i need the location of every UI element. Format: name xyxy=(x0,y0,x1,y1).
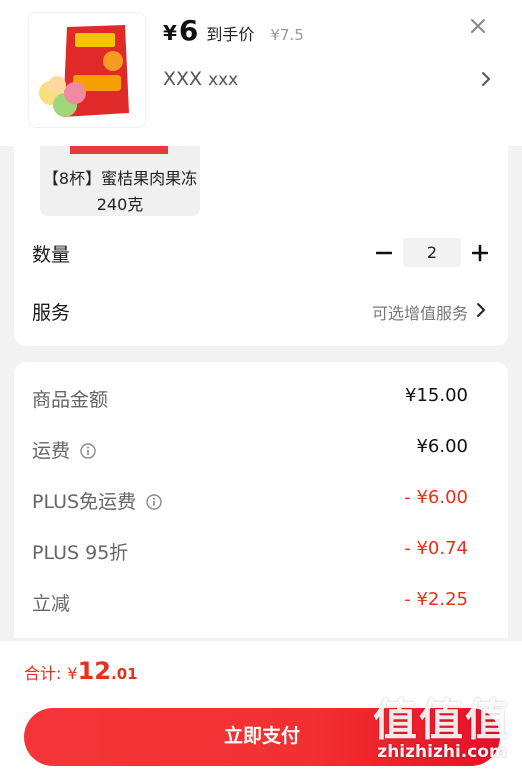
variant-option-selected[interactable]: 【8杯】蜜桔果肉果冻240克 xyxy=(40,146,200,216)
spec-sub: xxx xyxy=(208,70,239,90)
chevron-right-icon[interactable] xyxy=(480,70,492,88)
price-row-value: - ¥0.74 xyxy=(404,538,468,559)
price-row-value: ¥6.00 xyxy=(416,436,468,457)
final-price-label: 到手价 xyxy=(206,25,255,44)
pay-area: 立即支付 xyxy=(0,702,522,772)
total-currency: ¥ xyxy=(67,664,78,683)
total-bar: 合计: ¥ 12 .01 xyxy=(0,640,522,702)
chevron-right-icon[interactable] xyxy=(476,302,486,318)
price-row-label: 立减 xyxy=(32,593,71,615)
price-row-label: PLUS免运费 xyxy=(32,491,137,513)
price-row-label: 商品金额 xyxy=(32,389,109,411)
price-row-item: 运费 ¥6.00 xyxy=(32,436,468,466)
order-total: 合计: ¥ 12 .01 xyxy=(24,657,138,685)
minus-icon[interactable] xyxy=(375,242,393,264)
price-row-value: - ¥2.25 xyxy=(404,589,468,610)
variant-label: 【8杯】蜜桔果肉果冻240克 xyxy=(42,169,198,214)
selected-spec[interactable]: XXX xxx xyxy=(163,68,238,90)
price-row: ¥ 6 到手价 ¥7.5 xyxy=(163,14,304,47)
info-icon[interactable] xyxy=(146,493,162,510)
quantity-stepper[interactable]: 2 xyxy=(403,238,461,267)
price-row-item: 商品金额 ¥15.00 xyxy=(32,385,468,415)
price-row-value: - ¥6.00 xyxy=(404,487,468,508)
variant-image xyxy=(70,146,168,154)
price-row-item: PLUS 95折 - ¥0.74 xyxy=(32,538,468,568)
price-row-item: 立减 - ¥2.25 xyxy=(32,589,468,619)
spec-main: XXX xyxy=(163,68,203,90)
plus-icon[interactable] xyxy=(471,242,489,264)
price-currency: ¥ xyxy=(163,21,177,45)
price-row-label: PLUS 95折 xyxy=(32,542,129,564)
price-breakdown-card: 商品金额 ¥15.00 运费 ¥6.00 PLUS免运费 - ¥6.00 PLU… xyxy=(14,362,508,638)
product-header: ¥ 6 到手价 ¥7.5 XXX xxx xyxy=(0,0,522,146)
final-price: 6 xyxy=(178,14,199,47)
options-card: 【8杯】蜜桔果肉果冻240克 数量 2 服务 可选增值服务 xyxy=(14,146,508,346)
close-icon[interactable] xyxy=(468,16,488,36)
quantity-label: 数量 xyxy=(32,244,71,266)
total-decimal: .01 xyxy=(111,665,138,683)
pay-now-button[interactable]: 立即支付 xyxy=(24,708,500,766)
total-label: 合计: xyxy=(24,664,62,683)
original-price: ¥7.5 xyxy=(270,26,304,44)
price-row-value: ¥15.00 xyxy=(405,385,468,406)
product-thumbnail xyxy=(28,12,146,128)
total-integer: 12 xyxy=(77,657,111,685)
info-icon[interactable] xyxy=(80,442,96,459)
service-label: 服务 xyxy=(32,302,71,324)
price-row-item: PLUS免运费 - ¥6.00 xyxy=(32,487,468,517)
service-hint[interactable]: 可选增值服务 xyxy=(372,300,468,324)
price-row-label: 运费 xyxy=(32,440,71,462)
